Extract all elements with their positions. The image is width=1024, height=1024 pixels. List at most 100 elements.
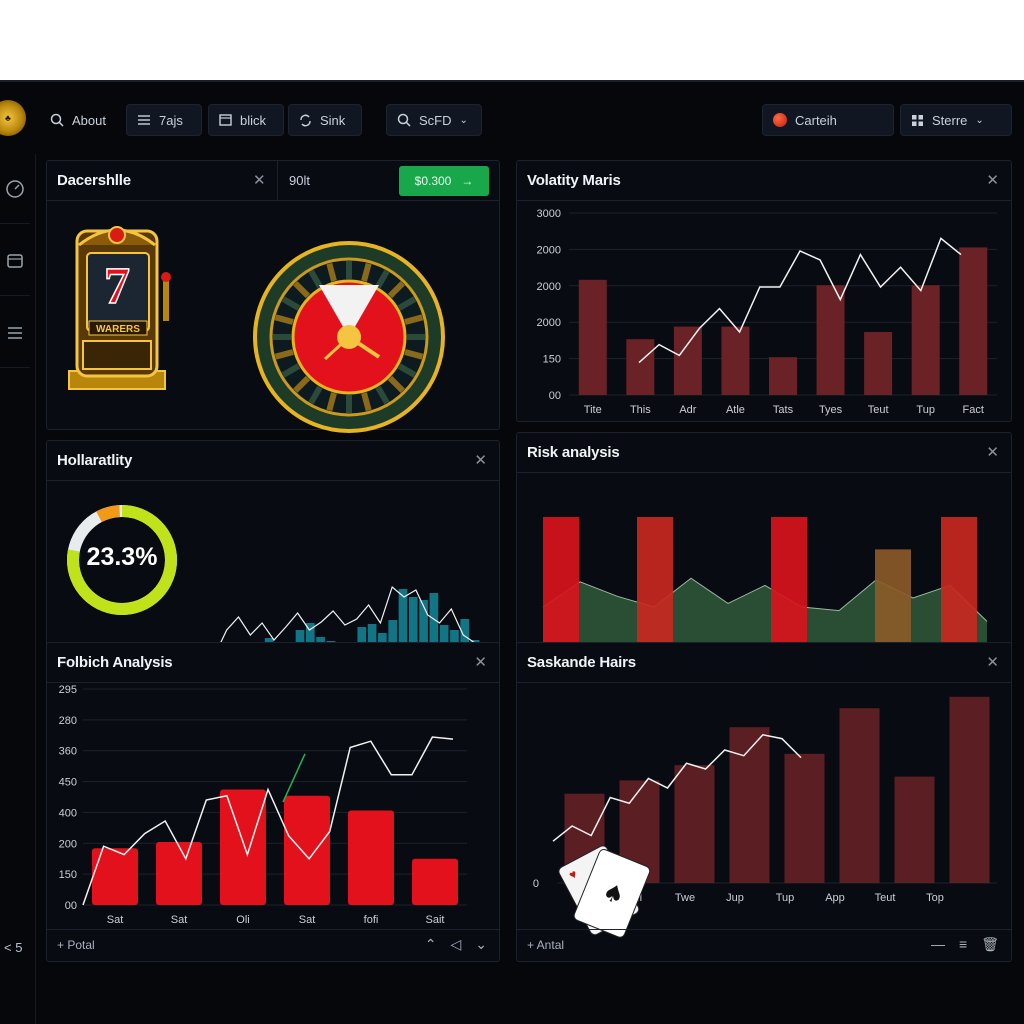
volatility-panel-header: Volatity Maris ✕ [517, 161, 1011, 201]
minus-icon[interactable]: — [931, 936, 945, 953]
volume-icon[interactable]: ◁ [450, 936, 461, 953]
search-icon [50, 113, 64, 127]
y-tick-label: 2000 [537, 281, 561, 293]
slot-machine-icon[interactable]: 7 WARERS [65, 221, 175, 411]
playing-cards-icon: ♥ ♠ [558, 845, 651, 938]
casino-logo-icon[interactable]: ♣ [0, 100, 26, 136]
search-dropdown[interactable]: ScFD ⌄ [386, 104, 482, 136]
roulette-wheel-icon[interactable] [253, 241, 445, 433]
trash-icon[interactable]: 🗑 [981, 936, 999, 953]
x-tick-label: Tyes [819, 404, 843, 416]
bet-button[interactable]: $0.300 → [399, 166, 489, 196]
close-icon[interactable]: ✕ [986, 443, 999, 461]
top-toolbar: ♣ About 7ajs blick Sink ScFD ⌄ Carteih S… [0, 82, 1024, 154]
bar [348, 810, 394, 905]
x-tick-label: Teut [868, 404, 889, 416]
x-tick-label: App [825, 892, 845, 904]
bar [578, 279, 607, 395]
x-tick-label: Oli [236, 914, 249, 926]
x-tick-label: fofi [364, 914, 379, 926]
close-icon[interactable]: ✕ [474, 653, 487, 671]
y-tick-label: 150 [59, 869, 77, 881]
wallet-icon [7, 253, 23, 268]
x-tick-label: Atle [726, 404, 745, 416]
chevron-down-icon: ⌄ [975, 114, 984, 126]
chevron-down-icon: ⌄ [459, 114, 468, 126]
settings-label: Sterre [932, 112, 968, 128]
folbich-panel: Folbich Analysis ✕ 295 280 360 450 400 200 150… [46, 642, 500, 962]
holarality-panel-header: Hollaratlity ✕ [47, 441, 499, 481]
chevron-down-icon[interactable]: ⌄ [475, 936, 487, 953]
settings-dropdown[interactable]: Sterre ⌄ [900, 104, 1012, 136]
collapse-rail-button[interactable]: < 5 [4, 940, 22, 955]
rail-item-wallet[interactable] [0, 226, 30, 296]
grid-icon [912, 114, 923, 126]
add-antal-button[interactable]: + Antal [527, 938, 564, 952]
rail-item-list[interactable] [0, 298, 30, 368]
x-tick-label: Jup [726, 892, 744, 904]
folbich-chart: 295 280 360 450 400 200 150 00 Sat Sat Oli Sat fofi S… [59, 684, 467, 926]
y-tick-label: 2000 [537, 244, 561, 256]
bar [721, 326, 750, 395]
search-label: ScFD [419, 112, 452, 128]
bet-button-label: $0.300 [414, 174, 452, 188]
menu-icon[interactable]: ≡ [959, 936, 967, 953]
x-tick-label: Sait [426, 914, 445, 926]
sink-label: Sink [320, 112, 346, 128]
account-label: Carteih [795, 112, 837, 128]
x-tick-label: Twe [675, 892, 695, 904]
bar [156, 842, 202, 905]
about-button[interactable]: About [40, 104, 116, 136]
y-tick-label: 280 [59, 715, 77, 727]
risk-panel-header: Risk analysis ✕ [517, 433, 1011, 473]
trend-line [282, 753, 306, 803]
about-label: About [72, 112, 106, 128]
tags-button[interactable]: 7ajs [126, 104, 202, 136]
bar [626, 339, 655, 395]
search-icon [397, 113, 411, 127]
close-icon[interactable]: ✕ [986, 653, 999, 671]
field-divider [277, 161, 278, 201]
bar [412, 858, 458, 905]
account-button[interactable]: Carteih [762, 104, 894, 136]
x-tick-label: Fact [963, 404, 984, 416]
rail-item-dashboard[interactable] [0, 154, 30, 224]
saskande-panel-title: Saskande Hairs [527, 654, 636, 671]
holarality-panel-title: Hollaratlity [57, 452, 133, 469]
y-tick-label: 200 [59, 838, 77, 850]
y-tick-label: 2000 [537, 317, 561, 329]
gauge-icon [6, 179, 24, 198]
close-icon[interactable]: ✕ [986, 171, 999, 189]
list-icon [8, 326, 22, 339]
risk-panel-title: Risk analysis [527, 444, 620, 461]
games-panel-title: Dacershlle [57, 172, 131, 189]
bar [894, 776, 935, 883]
x-tick-label: Tup [916, 404, 935, 416]
block-button[interactable]: blick [208, 104, 284, 136]
bar [284, 795, 330, 905]
bar [92, 848, 138, 905]
close-icon[interactable]: ✕ [474, 451, 487, 469]
saskande-panel: Saskande Hairs ✕ 0JulTweJupTupAppTeutTop… [516, 642, 1012, 962]
close-icon[interactable]: ✕ [253, 171, 266, 189]
y-tick-label: 400 [59, 807, 77, 819]
x-tick-label: Sat [171, 914, 188, 926]
calendar-icon [219, 114, 232, 126]
x-tick-label: Tite [584, 404, 602, 416]
bar [911, 285, 940, 395]
saskande-footer: + Antal — ≡ 🗑 [517, 929, 1011, 961]
games-panel: Dacershlle ✕ 90lt $0.300 → 7 WARERS [46, 160, 500, 433]
sink-button[interactable]: Sink [288, 104, 362, 136]
gauge-value: 23.3% [86, 543, 158, 571]
y-tick-label: 0 [533, 878, 539, 890]
amount-field[interactable]: 90lt [289, 173, 310, 188]
folbich-footer-icons: ⌃ ◁ ⌄ [425, 936, 487, 953]
add-potal-button[interactable]: + Potal [57, 938, 95, 952]
folbich-panel-header: Folbich Analysis ✕ [47, 643, 499, 683]
chevron-up-icon[interactable]: ⌃ [425, 936, 437, 953]
list-icon [138, 115, 150, 125]
y-tick-label: 360 [59, 746, 77, 758]
folbich-footer: + Potal ⌃ ◁ ⌄ [47, 929, 499, 961]
volatility-chart: 3000 2000 2000 2000 150 00 Tite This Adr Atle Tats… [537, 208, 997, 416]
saskande-panel-header: Saskande Hairs ✕ [517, 643, 1011, 683]
